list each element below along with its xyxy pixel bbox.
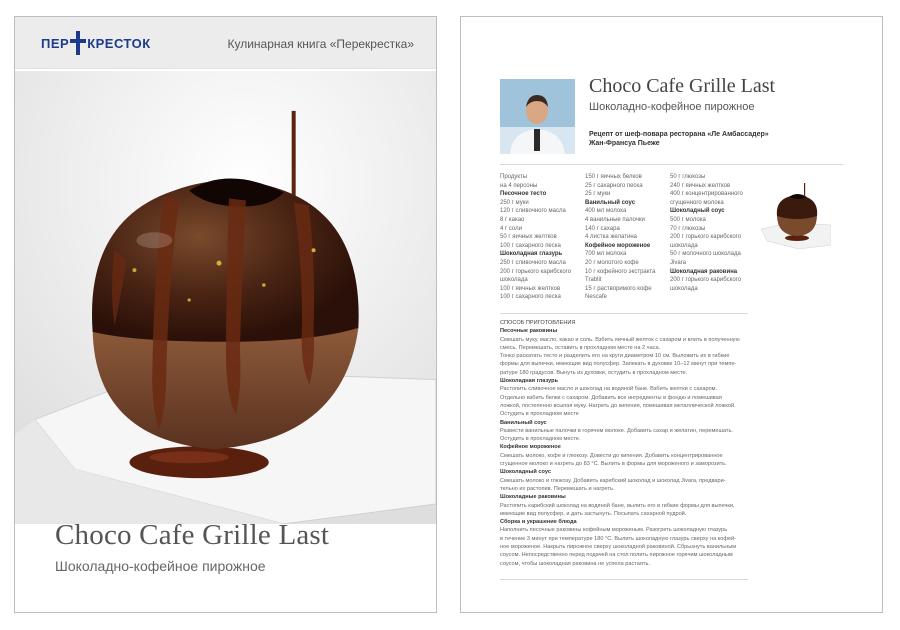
method-line: Растопить карибский шоколад на водяной б… (500, 502, 735, 509)
ingredient-line: 250 г муки (500, 199, 529, 206)
ingredients-column-1: Продукты на 4 персоны Песочное тесто 250 г … (500, 173, 582, 302)
method-line: Ванильный соус (500, 419, 547, 426)
ingredient-line: 10 г кофейного экстракта (585, 268, 656, 275)
ingredient-line: 4 листка желатина (585, 234, 637, 241)
ingredient-line: 50 г яичных желтков (500, 234, 557, 241)
chef-credit: Рецепт от шеф-повара ресторана «Ле Амбас… (589, 130, 789, 148)
ingredient-line: 100 г яичных желтков (500, 285, 561, 292)
ingredient-line: Кофейное мороженое (585, 242, 651, 249)
ingredient-line: Шоколадный соус (670, 208, 725, 215)
method-line: Остудить в прохладном месте. (500, 436, 581, 443)
method-line: Смешать муку, масло, какао и соль. Взбит… (500, 336, 740, 343)
ingredient-line: Ванильный соус (585, 199, 636, 206)
ingredient-line: 400 г концентрированного (670, 191, 743, 198)
ingredient-line: Nescafe (585, 294, 608, 301)
dessert-thumbnail (759, 179, 831, 249)
ingredient-line: 15 г растворимого кофе (585, 285, 652, 292)
ingredient-line: сгущенного молока (670, 199, 724, 206)
ingredients-column-3: 50 г глюкозы 240 г яичных желтков 400 г ко… (670, 173, 760, 293)
ingredient-line: 50 г молочного шоколада (670, 251, 741, 258)
ingredient-line: 4 ванильные палочки (585, 216, 645, 223)
ingredient-line: 4 г соли (500, 225, 522, 232)
method-line: Растопить сливочное масло и шоколад на в… (500, 386, 718, 393)
chef-credit-line: Рецепт от шеф-повара ресторана «Ле Амбас… (589, 131, 769, 138)
ingredient-line: 500 г молока (670, 216, 706, 223)
ingredient-line: 250 г сливочного масла (500, 259, 566, 266)
header-band: ПЕР КРЕСТОК Кулинарная книга «Перекрестк… (15, 17, 436, 69)
divider (500, 313, 748, 314)
method-line: Шоколадная глазурь (500, 378, 559, 385)
ingredient-line: 400 мл молока (585, 208, 627, 215)
ingredient-line: 8 г какао (500, 216, 525, 223)
method-line: соусом. Непосредственно перед подачей на… (500, 552, 733, 559)
method-line: Песочные раковины (500, 328, 558, 335)
method-line: сгущенное молоко и нагреть до 83 °С. Выл… (500, 461, 727, 468)
logo-text-right: КРЕСТОК (87, 35, 151, 51)
method-line: Шоколадный соус (500, 469, 551, 476)
method-line: Шоколадные раковины (500, 494, 566, 501)
method-line: тельно их растопив. Перемешать и нагреть… (500, 485, 615, 492)
ingredient-line: 200 г горького карибского (500, 268, 572, 275)
ingredient-line: Jivara (670, 259, 687, 266)
ingredient-line: 240 г яичных желтков (670, 182, 731, 189)
ingredient-line: 200 г горького карибского (670, 234, 742, 241)
method-line: ложкой, постепенно всыпая муку. Нагреть … (500, 402, 736, 409)
divider (500, 164, 843, 165)
ingredient-line: шоколада (500, 277, 528, 284)
ingredient-line: Продукты (500, 174, 528, 180)
method-line: смесь. Перемешать, оставить в прохладном… (500, 344, 661, 351)
cover-title: Choco Cafe Grille Last (55, 519, 330, 551)
ingredient-line: 150 г яичных белков (585, 174, 642, 180)
ingredient-line: 25 г сахарного песка (585, 182, 643, 189)
logo-cross-icon (70, 31, 87, 55)
ingredient-line: Песочное тесто (500, 191, 547, 198)
recipe-page: Choco Cafe Grille Last Шоколадно-кофейно… (460, 16, 883, 613)
ingredient-line: 50 г глюкозы (670, 174, 706, 180)
chef-photo (500, 79, 575, 154)
ingredient-line: Шоколадная раковина (670, 268, 738, 275)
method-line: Наполнить песочные раковины кофейным мор… (500, 527, 728, 534)
method-line: имеющие вид полусфер, и дать застынуть. … (500, 510, 687, 517)
method-line: СПОСОБ ПРИГОТОВЛЕНИЯ (500, 320, 576, 326)
method-line: Отдельно взбить белки с сахаром. Добавит… (500, 394, 722, 401)
chef-credit-line: Жан-Франсуа Пьеже (589, 140, 660, 147)
cover-subtitle: Шоколадно-кофейное пирожное (55, 558, 266, 574)
ingredient-line: 140 г сахара (585, 225, 620, 232)
ingredient-line: 100 г сахарного песка (500, 242, 561, 249)
cookbook-title: Кулинарная книга «Перекрестка» (227, 37, 414, 51)
method-line: ратуре 180 градусов. Вынуть из духовки, … (500, 369, 688, 376)
method-line: Сборка и украшение блюда (500, 519, 577, 526)
divider (500, 579, 748, 580)
recipe-subtitle: Шоколадно-кофейное пирожное (589, 101, 755, 113)
perekrestok-logo: ПЕР КРЕСТОК (41, 31, 151, 55)
ingredient-line: 700 мл молока (585, 251, 627, 258)
method-line: Кофейное мороженое (500, 444, 561, 451)
method-line: Смешать молоко, кофе и глюкозу. Довести … (500, 452, 723, 459)
method-line: соусом, чтобы шоколадная раковина не усп… (500, 560, 650, 567)
ingredient-line: 70 г глюкозы (670, 225, 706, 232)
ingredient-line: Шоколадная глазурь (500, 251, 563, 258)
method-line: Тонко раскатать тесто и разделить его на… (500, 353, 730, 360)
ingredient-line: шоколада (670, 242, 698, 249)
ingredients-column-2: 150 г яичных белков 25 г сахарного песка 2… (585, 173, 667, 302)
ingredient-line: 25 г муки (585, 191, 611, 198)
dessert-hero-image (15, 71, 436, 525)
method-line: Смешать молоко и глюкозу. Добавить кариб… (500, 477, 726, 484)
method-line: Развести ванильные палочки в горячем мол… (500, 427, 733, 434)
ingredient-line: 200 г горького карибского (670, 277, 742, 284)
ingredient-line: 100 г сахарного песка (500, 294, 561, 301)
ingredient-line: 20 г молотого кофе (585, 259, 639, 266)
ingredient-line: на 4 персоны (500, 182, 538, 189)
method-line: формы для выпечки, имеющие вид полусфер.… (500, 361, 737, 368)
method-line: ное мороженое. Накрыть пирожное сверху ш… (500, 544, 737, 551)
ingredient-line: 120 г сливочного масла (500, 208, 566, 215)
ingredient-line: Trablit (585, 277, 602, 284)
recipe-title: Choco Cafe Grille Last (589, 75, 776, 97)
preparation-method: СПОСОБ ПРИГОТОВЛЕНИЯ Песочные раковины Сме… (500, 319, 755, 568)
method-line: в течение 3 минут при температуре 180 °С… (500, 535, 737, 542)
logo-text-left: ПЕР (41, 35, 70, 51)
method-line: Остудить в прохладном месте (500, 411, 579, 418)
ingredient-line: шоколада (670, 285, 698, 292)
cover-page: ПЕР КРЕСТОК Кулинарная книга «Перекрестк… (14, 16, 437, 613)
